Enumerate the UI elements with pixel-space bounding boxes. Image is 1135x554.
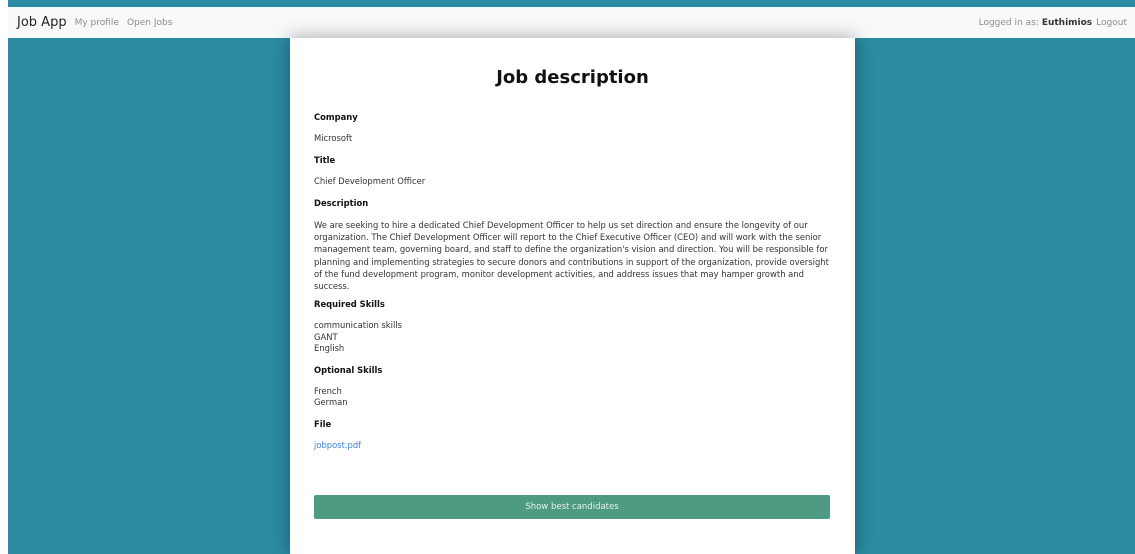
required-skills-label: Required Skills — [314, 299, 385, 310]
optional-skill-item: German — [314, 397, 348, 408]
file-row: jobpost.pdf — [314, 440, 831, 451]
nav-link-open-jobs[interactable]: Open Jobs — [127, 18, 172, 28]
optional-skill-item: French — [314, 385, 342, 396]
required-skill-item: communication skills — [314, 320, 402, 331]
user-status: Logged in as: Euthimios Logout — [979, 18, 1127, 28]
description-label: Description — [314, 198, 369, 208]
logout-link[interactable]: Logout — [1096, 18, 1127, 28]
title-value: Chief Development Officer — [314, 176, 426, 186]
description-text: We are seeking to hire a dedicated Chief… — [314, 220, 829, 292]
optional-skills-list: French German — [314, 386, 831, 409]
company-value: Microsoft — [314, 133, 353, 143]
show-best-candidates-button[interactable]: Show best candidates — [314, 495, 830, 519]
job-details: Company Microsoft Title Chief Developmen… — [314, 112, 831, 462]
user-name: Euthimios — [1041, 17, 1093, 28]
required-skills-list: communication skills GANT English — [314, 320, 831, 355]
file-link[interactable]: jobpost.pdf — [314, 440, 361, 450]
page-title: Job description — [496, 67, 649, 88]
required-skill-item: English — [314, 343, 345, 354]
job-description-panel: Job description Company Microsoft Title … — [290, 38, 855, 554]
nav-link-my-profile[interactable]: My profile — [75, 18, 119, 28]
company-label: Company — [314, 112, 358, 122]
navbar: Job App My profile Open Jobs Logged in a… — [8, 7, 1135, 38]
logged-in-label: Logged in as: — [978, 17, 1039, 28]
optional-skills-label: Optional Skills — [314, 364, 383, 375]
file-label: File — [314, 418, 332, 429]
brand-link[interactable]: Job App — [17, 15, 67, 30]
app-frame: Job App My profile Open Jobs Logged in a… — [8, 0, 1135, 554]
required-skill-item: GANT — [314, 331, 338, 342]
title-label: Title — [314, 155, 336, 165]
